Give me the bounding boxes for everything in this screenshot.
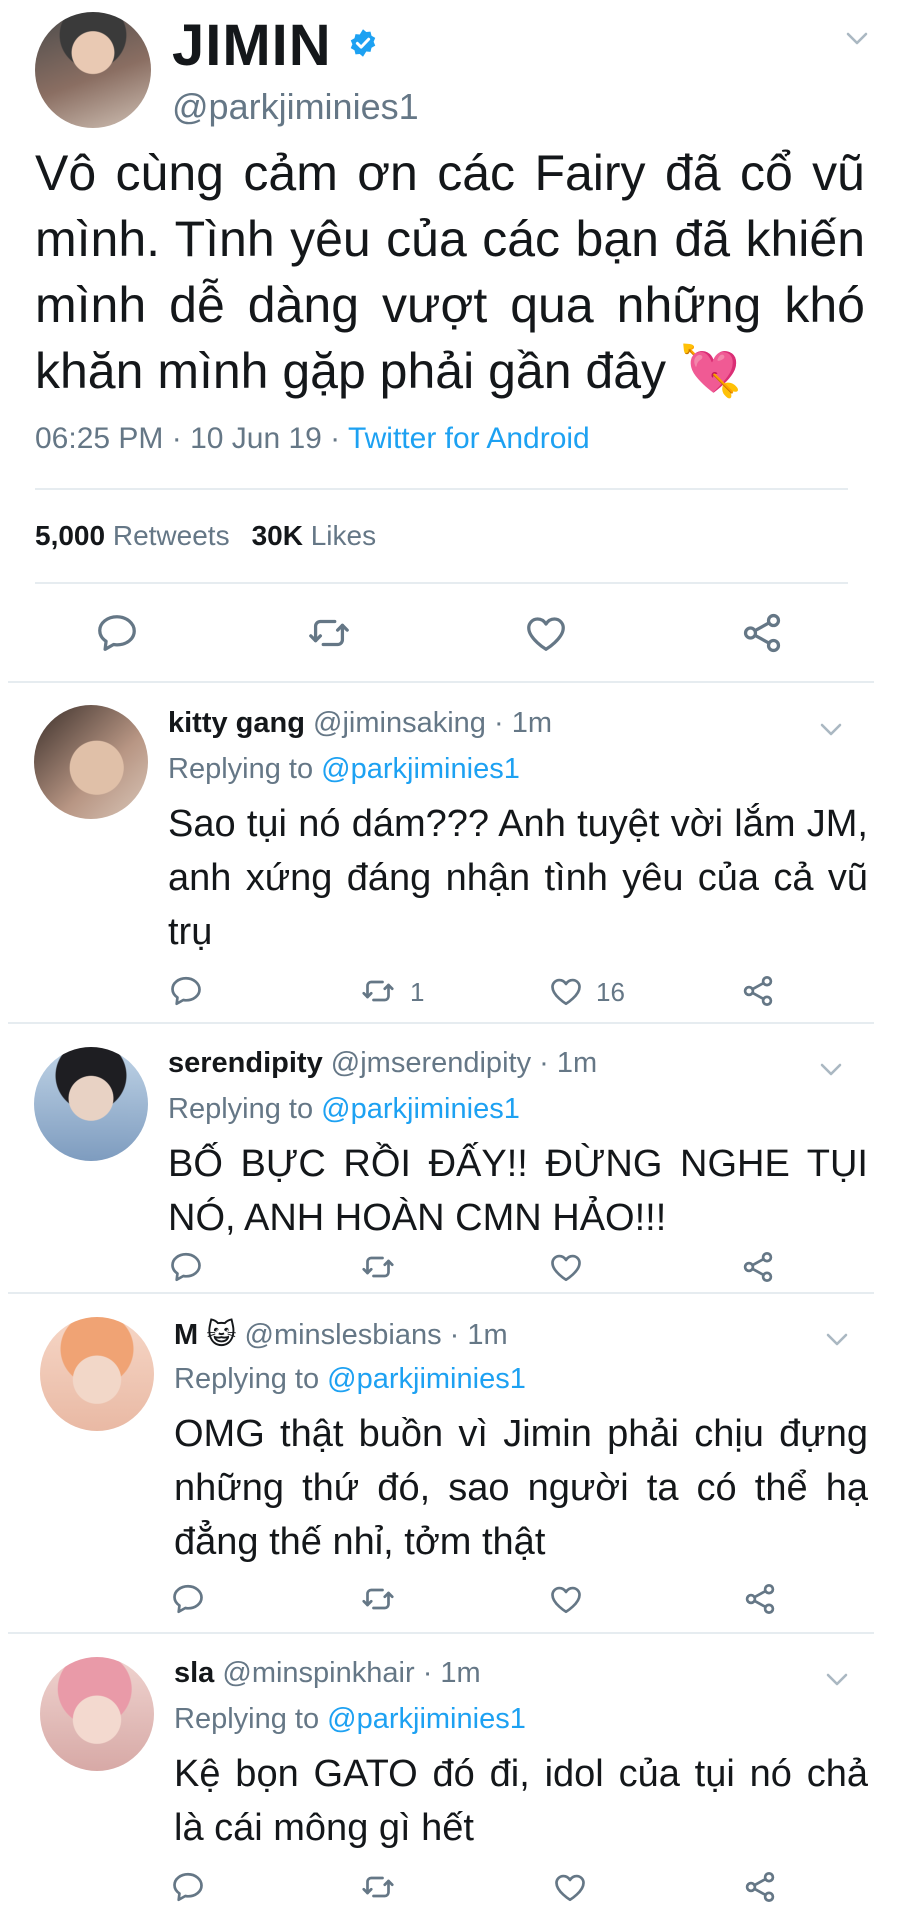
heart-icon[interactable] (548, 973, 584, 1009)
verified-badge-icon (350, 29, 376, 57)
divider (8, 1022, 874, 1024)
tweet-timestamp: 06:25 PM · 10 Jun 19 · (35, 422, 348, 455)
reply-timestamp: · 1m (422, 1657, 481, 1689)
reply-header: serendipity @jmserendipity · 1m (168, 1047, 597, 1080)
tweet-text: Vô cùng cảm ơn các Fairy đã cổ vũ mình. … (35, 145, 865, 399)
reply-icon[interactable] (168, 1249, 204, 1285)
heart-icon[interactable] (548, 1581, 584, 1617)
replying-to: Replying to @parkjiminies1 (168, 753, 520, 785)
chevron-down-icon[interactable] (846, 32, 868, 46)
reply-tweet: serendipity @jmserendipity · 1m Replying… (0, 1025, 902, 1295)
reply-author-name[interactable]: sla (174, 1657, 214, 1689)
share-icon[interactable] (740, 1249, 776, 1285)
share-icon[interactable] (742, 1869, 778, 1905)
reply-text: Kệ bọn GATO đó đi, idol của tụi nó chả l… (174, 1753, 868, 1849)
reply-author-name[interactable]: serendipity (168, 1047, 323, 1079)
reply-header: M 😺 @minslesbians · 1m (174, 1317, 508, 1352)
heart-icon[interactable] (523, 610, 569, 656)
like-count: 16 (596, 977, 625, 1007)
reply-timestamp: · 1m (539, 1047, 598, 1079)
reply-text: Sao tụi nó dám??? Anh tuyệt vời lắm JM, … (168, 803, 868, 953)
reply-icon[interactable] (168, 973, 204, 1009)
replying-to-handle[interactable]: @parkjiminies1 (327, 1703, 526, 1735)
divider (8, 1292, 874, 1294)
replying-to: Replying to @parkjiminies1 (174, 1703, 526, 1735)
share-icon[interactable] (742, 1581, 778, 1617)
chevron-down-icon[interactable] (826, 1673, 848, 1687)
avatar[interactable] (35, 12, 151, 128)
heart-icon[interactable] (552, 1869, 588, 1905)
reply-tweet: M 😺 @minslesbians · 1m Replying to @park… (0, 1295, 902, 1635)
retweet-icon[interactable] (360, 1581, 396, 1617)
avatar[interactable] (40, 1317, 154, 1431)
retweets-stat[interactable]: 5,000 Retweets (35, 520, 230, 551)
retweet-count: 1 (410, 977, 425, 1007)
tweet-meta: 06:25 PM · 10 Jun 19 · Twitter for Andro… (35, 422, 590, 456)
avatar[interactable] (40, 1657, 154, 1771)
main-tweet: JIMIN @parkjiminies1 Vô cùng cảm ơn các … (0, 0, 902, 685)
author-name[interactable]: JIMIN (172, 12, 332, 79)
reply-tweet: kitty gang @jiminsaking · 1m Replying to… (0, 685, 902, 1025)
reply-header: kitty gang @jiminsaking · 1m (168, 707, 552, 740)
replying-to-handle[interactable]: @parkjiminies1 (321, 1093, 520, 1125)
retweet-icon[interactable] (360, 1249, 396, 1285)
author-handle[interactable]: @parkjiminies1 (172, 86, 419, 128)
avatar[interactable] (34, 705, 148, 819)
reply-timestamp: · 1m (493, 707, 552, 739)
divider (8, 1632, 874, 1634)
reply-icon[interactable] (170, 1869, 206, 1905)
reply-tweet: sla @minspinkhair · 1m Replying to @park… (0, 1635, 902, 1920)
share-icon[interactable] (740, 973, 776, 1009)
tweet-source-link[interactable]: Twitter for Android (348, 422, 590, 455)
retweet-icon[interactable] (360, 973, 396, 1009)
retweet-icon[interactable] (360, 1869, 396, 1905)
reply-author-handle[interactable]: @minspinkhair (222, 1657, 414, 1689)
reply-author-handle[interactable]: @jiminsaking (313, 707, 486, 739)
reply-icon[interactable] (94, 610, 140, 656)
chevron-down-icon[interactable] (826, 1333, 848, 1347)
heart-icon[interactable] (548, 1249, 584, 1285)
replying-to: Replying to @parkjiminies1 (174, 1363, 526, 1395)
reply-text: OMG thật buồn vì Jimin phải chịu đựng nh… (174, 1413, 868, 1563)
divider (35, 488, 848, 490)
replying-to-handle[interactable]: @parkjiminies1 (327, 1363, 526, 1395)
share-icon[interactable] (739, 610, 785, 656)
chevron-down-icon[interactable] (820, 1063, 842, 1077)
reply-timestamp: · 1m (449, 1319, 508, 1351)
reply-author-name[interactable]: kitty gang (168, 707, 305, 739)
reply-author-name[interactable]: M 😺 (174, 1319, 236, 1351)
likes-stat[interactable]: 30K Likes (252, 520, 377, 551)
reply-icon[interactable] (170, 1581, 206, 1617)
divider (35, 582, 848, 584)
divider (8, 681, 874, 683)
chevron-down-icon[interactable] (820, 723, 842, 737)
tweet-stats: 5,000 Retweets 30K Likes (35, 520, 376, 552)
reply-author-handle[interactable]: @minslesbians (245, 1319, 442, 1351)
reply-header: sla @minspinkhair · 1m (174, 1657, 481, 1690)
replying-to: Replying to @parkjiminies1 (168, 1093, 520, 1125)
reply-text: BỐ BỰC RỒI ĐẤY!! ĐỪNG NGHE TỤI NÓ, ANH H… (168, 1143, 868, 1239)
avatar[interactable] (34, 1047, 148, 1161)
replying-to-handle[interactable]: @parkjiminies1 (321, 753, 520, 785)
retweet-icon[interactable] (306, 610, 352, 656)
reply-author-handle[interactable]: @jmserendipity (331, 1047, 531, 1079)
